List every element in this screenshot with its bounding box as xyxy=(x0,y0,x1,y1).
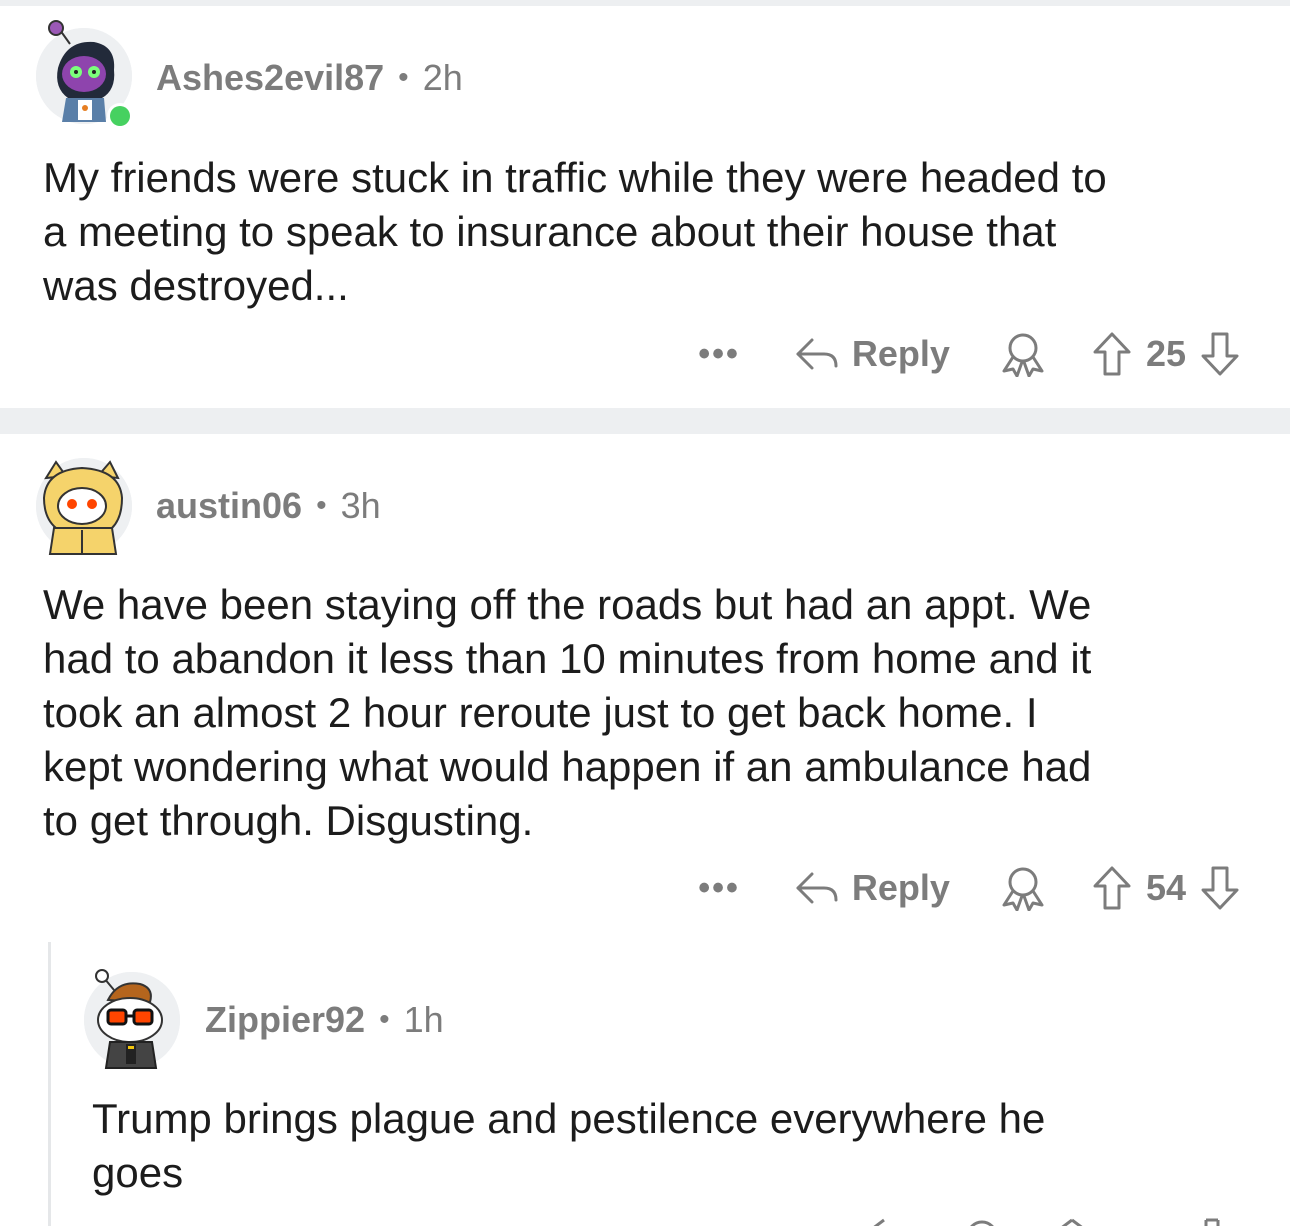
downvote-arrow-icon xyxy=(1201,332,1239,376)
upvote-button[interactable] xyxy=(1092,865,1132,911)
reply-arrow-icon xyxy=(796,872,838,904)
comment-line: We have been staying off the roads but h… xyxy=(43,581,1092,628)
comment-body: My friends were stuck in traffic while t… xyxy=(43,151,1107,313)
comment-line: to get through. Disgusting. xyxy=(43,797,534,844)
comment-actions: ••• Reply 54 xyxy=(698,858,1240,918)
online-status-icon xyxy=(107,103,133,129)
comment-age: 1h xyxy=(403,999,444,1040)
comment-body: We have been staying off the roads but h… xyxy=(43,578,1091,848)
award-button[interactable] xyxy=(998,865,1048,911)
comment-line: was destroyed... xyxy=(43,262,349,309)
partial-action-icons xyxy=(873,1218,1220,1226)
downvote-button[interactable] xyxy=(1200,865,1240,911)
comment-line: kept wondering what would happen if an a… xyxy=(43,743,1092,790)
meta-separator: • xyxy=(379,1003,390,1036)
vote-score: 25 xyxy=(1145,333,1186,374)
username[interactable]: Zippier92 xyxy=(205,999,365,1041)
reply-label: Reply xyxy=(851,333,950,374)
meta-separator: • xyxy=(316,489,327,522)
comment-actions-partial xyxy=(860,1216,1240,1226)
comment-thread: Ashes2evil87 • 2h My friends were stuck … xyxy=(0,0,1290,1226)
comment-age: 3h xyxy=(340,485,381,526)
username[interactable]: austin06 xyxy=(156,485,302,527)
avatar[interactable] xyxy=(36,20,133,129)
more-options-button[interactable]: ••• xyxy=(698,335,740,374)
comment-meta: Zippier92 • 1h xyxy=(205,996,444,1044)
comment-line: Trump brings plague and pestilence every… xyxy=(92,1095,1046,1142)
comment-line: took an almost 2 hour reroute just to ge… xyxy=(43,689,1038,736)
username[interactable]: Ashes2evil87 xyxy=(156,57,384,99)
comment-line: My friends were stuck in traffic while t… xyxy=(43,154,1107,201)
avatar[interactable] xyxy=(84,969,180,1069)
vote-score: 54 xyxy=(1145,867,1186,908)
downvote-arrow-icon xyxy=(1201,866,1239,910)
comment-line: a meeting to speak to insurance about th… xyxy=(43,208,1057,255)
reply-label: Reply xyxy=(851,867,950,908)
comment-body: Trump brings plague and pestilence every… xyxy=(92,1092,1045,1200)
reply-button[interactable]: Reply xyxy=(794,867,950,909)
snoo-avatar-icon xyxy=(84,969,180,1069)
comment-austin06: austin06 • 3h We have been staying off t… xyxy=(0,434,1290,1226)
more-options-button[interactable]: ••• xyxy=(698,869,740,908)
comment-age: 2h xyxy=(422,57,463,98)
comment-line: had to abandon it less than 10 minutes f… xyxy=(43,635,1092,682)
comment-meta: Ashes2evil87 • 2h xyxy=(156,54,463,102)
reply-button[interactable]: Reply xyxy=(794,333,950,375)
award-icon xyxy=(1002,867,1044,911)
downvote-button[interactable] xyxy=(1200,331,1240,377)
upvote-arrow-icon xyxy=(1093,332,1131,376)
comment-ashes2evil87: Ashes2evil87 • 2h My friends were stuck … xyxy=(0,0,1290,408)
avatar[interactable] xyxy=(36,458,132,555)
comment-meta: austin06 • 3h xyxy=(156,482,381,530)
snoo-avatar-icon xyxy=(36,458,132,555)
meta-separator: • xyxy=(398,61,409,94)
comment-divider xyxy=(0,408,1290,434)
award-icon xyxy=(1002,333,1044,377)
comment-zippier92: Zippier92 • 1h Trump brings plague and p… xyxy=(0,942,1290,1226)
upvote-arrow-icon xyxy=(1093,866,1131,910)
upvote-button[interactable] xyxy=(1092,331,1132,377)
comment-actions: ••• Reply 25 xyxy=(698,324,1240,384)
award-button[interactable] xyxy=(998,331,1048,377)
reply-arrow-icon xyxy=(796,338,838,370)
comment-line: goes xyxy=(92,1149,184,1196)
